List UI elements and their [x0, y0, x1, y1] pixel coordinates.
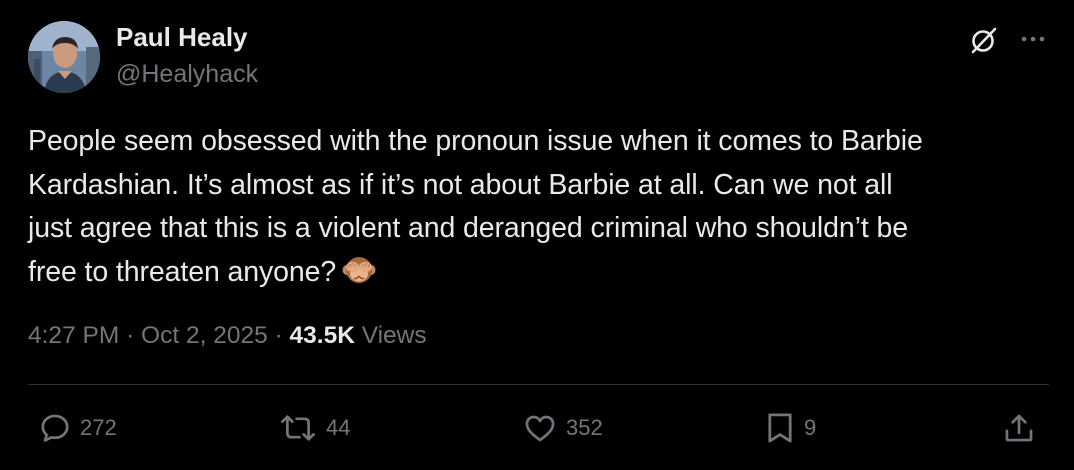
tweet-text-line: Kardashian. It’s almost as if it’s not a… — [28, 168, 893, 201]
meta-separator: · — [274, 322, 283, 349]
see-no-evil-monkey-icon — [342, 253, 376, 287]
tweet-text-line: just agree that this is a violent and de… — [28, 212, 909, 244]
repost-button[interactable]: 44 — [278, 410, 350, 446]
divider — [28, 384, 1049, 385]
tweet-card: Paul Healy @Healyhack People seem obsess… — [0, 0, 1074, 470]
reply-count: 272 — [80, 415, 117, 440]
tweet-date[interactable]: Oct 2, 2025 — [141, 322, 268, 349]
tweet-time[interactable]: 4:27 PM — [28, 322, 119, 349]
reply-icon — [38, 411, 72, 445]
repost-count: 44 — [326, 415, 351, 440]
grok-icon[interactable] — [968, 24, 1000, 56]
more-options-icon[interactable] — [1018, 26, 1048, 52]
tweet-meta: 4:27 PM · Oct 2, 2025 · 43.5K Views — [28, 322, 427, 350]
reply-button[interactable]: 272 — [38, 410, 117, 446]
like-button[interactable]: 352 — [522, 410, 603, 446]
tweet-text-line: People seem obsessed with the pronoun is… — [28, 125, 923, 157]
repost-icon — [278, 411, 318, 445]
like-count: 352 — [566, 415, 603, 440]
avatar-image — [28, 21, 100, 93]
views-count[interactable]: 43.5K — [290, 322, 355, 349]
author-handle[interactable]: @Healyhack — [116, 60, 258, 89]
tweet-text-line-content: free to threaten anyone? — [28, 255, 337, 288]
meta-separator: · — [126, 322, 135, 349]
views-label[interactable]: Views — [362, 322, 427, 349]
tweet-text: People seem obsessed with the pronoun is… — [28, 120, 1038, 294]
bookmark-button[interactable]: 9 — [764, 410, 816, 446]
share-icon — [1002, 410, 1036, 446]
bookmark-count: 9 — [804, 415, 817, 440]
author-display-name[interactable]: Paul Healy — [116, 22, 248, 53]
tweet-text-line: free to threaten anyone? — [28, 251, 1038, 295]
avatar[interactable] — [28, 21, 100, 93]
share-button[interactable] — [1002, 410, 1036, 446]
like-icon — [522, 411, 558, 445]
bookmark-icon — [764, 410, 796, 446]
